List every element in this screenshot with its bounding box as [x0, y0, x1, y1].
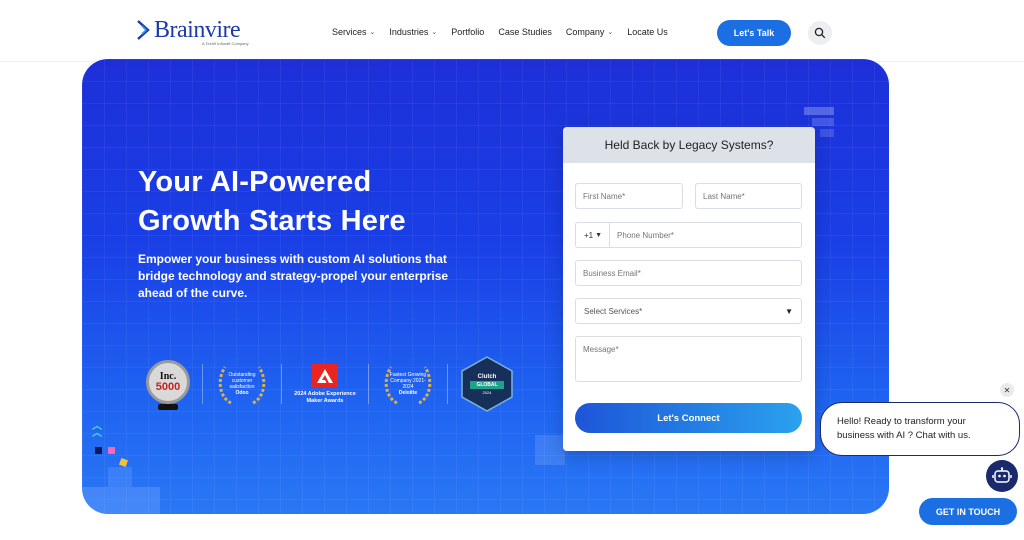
first-name-field[interactable] — [575, 183, 683, 209]
deloitte-award-text: Fastest Growing Company 2021-2024 — [389, 372, 427, 390]
email-field[interactable] — [575, 260, 802, 286]
clutch-year: 2024 — [482, 389, 492, 395]
logo-text: Brainvire — [154, 17, 241, 43]
get-in-touch-button[interactable]: GET IN TOUCH — [919, 498, 1017, 525]
adobe-logo-icon — [312, 364, 338, 388]
search-button[interactable] — [808, 21, 832, 45]
inc-5000-award: Inc. 5000 — [144, 356, 194, 412]
hero-title: Your AI-Powered Growth Starts Here — [138, 163, 538, 241]
form-heading: Held Back by Legacy Systems? — [563, 127, 815, 163]
nav-item-label: Locate Us — [627, 27, 668, 37]
country-code-value: +1 — [583, 230, 594, 240]
chatbot-button[interactable] — [986, 460, 1018, 492]
brainvire-logo[interactable]: Brainvire A Tech9 Infosoft Company — [136, 17, 249, 46]
logo-tagline: A Tech9 Infosoft Company — [202, 41, 249, 46]
odoo-award: Outstanding customer satisfaction Odoo — [211, 357, 273, 411]
hero-subtitle: Empower your business with custom AI sol… — [138, 252, 449, 300]
awards-row: Inc. 5000 Outstanding customer satisfact… — [144, 355, 518, 413]
lets-connect-button[interactable]: Let's Connect — [575, 403, 802, 433]
last-name-field[interactable] — [695, 183, 802, 209]
main-nav: Services ⌄ Industries ⌄ Portfolio Case S… — [332, 27, 668, 37]
hero-title-line2: Growth Starts Here — [138, 205, 406, 237]
search-icon — [814, 27, 826, 39]
nav-item-company[interactable]: Company ⌄ — [566, 27, 613, 37]
caret-down-icon: ▼ — [595, 231, 603, 239]
nav-item-label: Company — [565, 27, 605, 37]
adobe-award: 2024 Adobe Experience Maker Awards — [290, 364, 360, 404]
chevron-down-icon: ⌄ — [431, 29, 438, 36]
services-select[interactable]: Select Services* ▼ — [575, 298, 802, 324]
robot-icon — [992, 467, 1012, 483]
inc-line1: Inc. — [159, 370, 177, 382]
phone-input[interactable] — [617, 223, 801, 247]
caret-down-icon: ▼ — [785, 306, 793, 316]
hero-title-line1: Your AI-Powered — [138, 166, 372, 198]
last-name-input[interactable] — [703, 184, 801, 208]
adobe-award-text: 2024 Adobe Experience Maker Awards — [294, 391, 356, 404]
nav-item-label: Industries — [389, 27, 429, 37]
chat-bubble[interactable]: Hello! Ready to transform your business … — [820, 402, 1020, 456]
lets-talk-button[interactable]: Let's Talk — [717, 20, 791, 46]
email-input[interactable] — [583, 261, 801, 285]
nav-item-label: Portfolio — [451, 27, 485, 37]
chat-message: Hello! Ready to transform your business … — [837, 416, 971, 441]
clutch-badge-label: GLOBAL — [470, 380, 504, 389]
decorative-pixels-bottom-mid — [535, 435, 565, 465]
nav-item-locate-us[interactable]: Locate Us — [627, 27, 668, 37]
nav-item-case-studies[interactable]: Case Studies — [498, 27, 552, 37]
odoo-brand: Odoo — [235, 390, 249, 396]
inc-line2: 5000 — [155, 380, 181, 393]
site-header: Brainvire A Tech9 Infosoft Company Servi… — [0, 0, 1024, 62]
clutch-award: Clutch GLOBAL 2024 — [456, 355, 518, 413]
chevron-up-icon: ︿ ︿ — [92, 421, 102, 439]
chevron-down-icon: ⌄ — [607, 29, 614, 36]
nav-item-industries[interactable]: Industries ⌄ — [389, 27, 437, 37]
deloitte-award: Fastest Growing Company 2021-2024 Deloit… — [377, 357, 439, 411]
nav-item-label: Services — [332, 27, 367, 37]
nav-item-services[interactable]: Services ⌄ — [332, 27, 375, 37]
odoo-award-text: Outstanding customer satisfaction — [228, 372, 256, 390]
message-input[interactable] — [583, 337, 801, 381]
nav-item-label: Case Studies — [498, 27, 552, 37]
clutch-brand: Clutch — [477, 373, 497, 380]
contact-form: Held Back by Legacy Systems? +1 ▼ Select… — [563, 127, 815, 451]
chevron-down-icon: ⌄ — [369, 29, 376, 36]
phone-field[interactable] — [609, 222, 802, 248]
first-name-input[interactable] — [583, 184, 682, 208]
country-code-select[interactable]: +1 ▼ — [575, 222, 610, 248]
chat-close-button[interactable]: ✕ — [1000, 383, 1014, 397]
deloitte-brand: Deloitte — [398, 390, 418, 396]
logo-mark-icon — [136, 18, 152, 44]
close-icon: ✕ — [1003, 385, 1011, 395]
services-select-value: Select Services* — [584, 306, 643, 316]
message-field[interactable] — [575, 336, 802, 382]
nav-item-portfolio[interactable]: Portfolio — [451, 27, 484, 37]
